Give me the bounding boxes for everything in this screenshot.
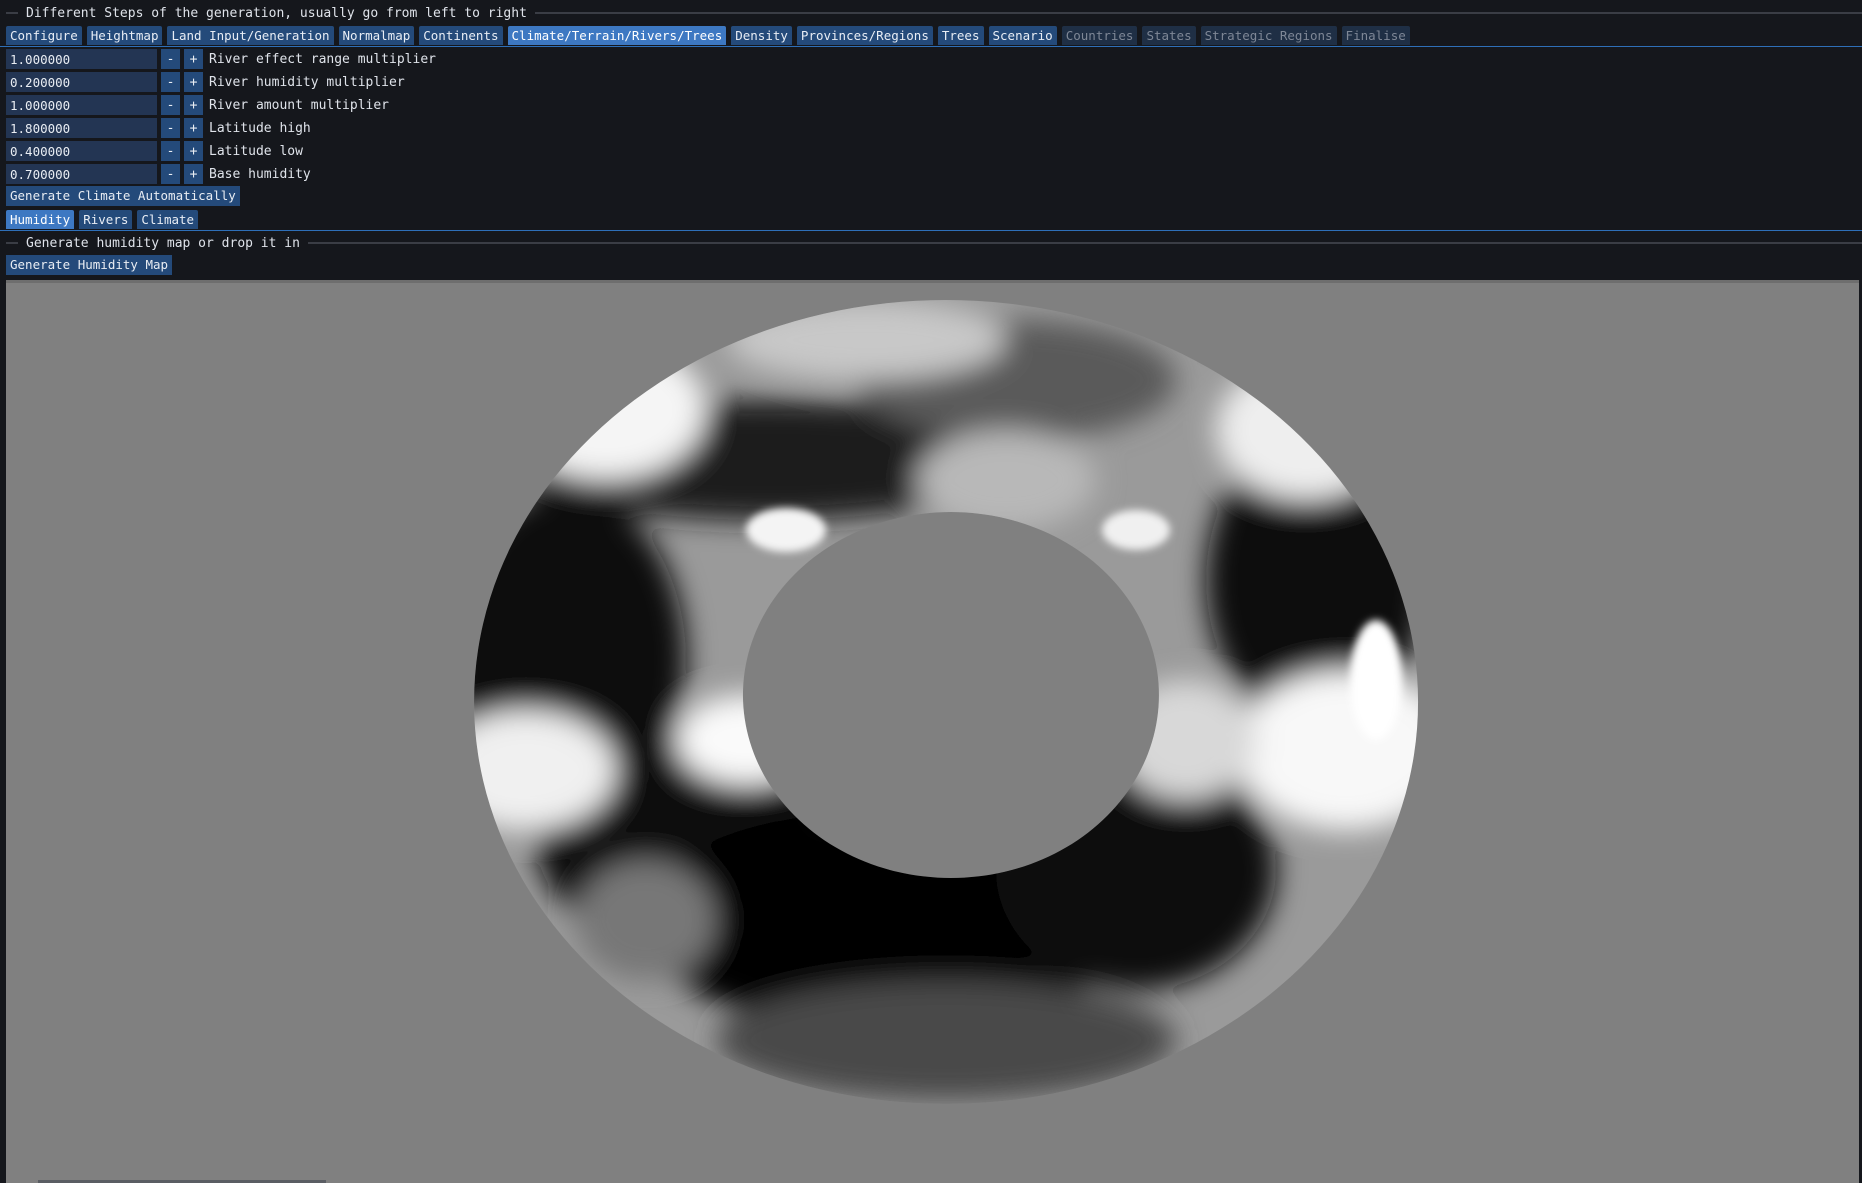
parameter-label: River effect range multiplier: [209, 51, 436, 67]
steps-header: Different Steps of the generation, usual…: [6, 5, 1862, 21]
parameter-value-input[interactable]: [6, 49, 157, 69]
generate-humidity-button[interactable]: Generate Humidity Map: [6, 255, 173, 275]
separator-line: [307, 242, 1862, 244]
parameter-row: -+ Latitude low: [6, 141, 303, 161]
increment-button[interactable]: +: [184, 118, 203, 138]
tab-trees[interactable]: Trees: [937, 26, 984, 45]
increment-button[interactable]: +: [184, 141, 203, 161]
subtab-rivers[interactable]: Rivers: [79, 210, 133, 229]
tab-states: States: [1142, 26, 1196, 45]
tab-continents[interactable]: Continents: [419, 26, 503, 45]
panel-top-edge: [6, 280, 1859, 283]
decrement-button[interactable]: -: [161, 95, 180, 115]
humidity-section-header: Generate humidity map or drop it in: [6, 235, 1862, 251]
tab-climate-terrain-rivers-trees[interactable]: Climate/Terrain/Rivers/Trees: [507, 26, 727, 45]
tab-strategic-regions: Strategic Regions: [1200, 26, 1337, 45]
tab-normalmap[interactable]: Normalmap: [338, 26, 415, 45]
tab-countries: Countries: [1061, 26, 1138, 45]
parameter-row: -+ Base humidity: [6, 164, 311, 184]
increment-button[interactable]: +: [184, 72, 203, 92]
parameter-label: River amount multiplier: [209, 97, 390, 113]
parameter-value-input[interactable]: [6, 141, 157, 161]
decrement-button[interactable]: -: [161, 141, 180, 161]
tab-provinces-regions[interactable]: Provinces/Regions: [796, 26, 933, 45]
decrement-button[interactable]: -: [161, 49, 180, 69]
tab-bar-underline: [0, 46, 1862, 47]
tab-heightmap[interactable]: Heightmap: [86, 26, 163, 45]
climate-sub-tab-bar: Humidity Rivers Climate: [0, 210, 1862, 231]
humidity-map-torus: [474, 300, 1419, 1104]
parameter-label: Latitude low: [209, 143, 303, 159]
parameter-label: Base humidity: [209, 166, 311, 182]
parameter-row: -+ Latitude high: [6, 118, 311, 138]
subtab-climate[interactable]: Climate: [137, 210, 199, 229]
parameter-value-input[interactable]: [6, 95, 157, 115]
tab-density[interactable]: Density: [731, 26, 792, 45]
parameter-value-input[interactable]: [6, 164, 157, 184]
increment-button[interactable]: +: [184, 164, 203, 184]
parameter-row: -+ River effect range multiplier: [6, 49, 436, 69]
tab-bar-underline: [0, 230, 1862, 231]
decrement-button[interactable]: -: [161, 164, 180, 184]
steps-header-title: Different Steps of the generation, usual…: [26, 5, 527, 21]
parameter-row: -+ River humidity multiplier: [6, 72, 405, 92]
parameter-row: -+ River amount multiplier: [6, 95, 389, 115]
humidity-map-panel[interactable]: [6, 280, 1859, 1183]
decrement-button[interactable]: -: [161, 118, 180, 138]
tab-configure[interactable]: Configure: [6, 26, 82, 45]
step-tab-bar: Configure Heightmap Land Input/Generation N…: [0, 26, 1862, 47]
parameter-value-input[interactable]: [6, 72, 157, 92]
generate-climate-button[interactable]: Generate Climate Automatically: [6, 186, 240, 206]
subtab-humidity[interactable]: Humidity: [6, 210, 75, 229]
tab-land-input-generation[interactable]: Land Input/Generation: [167, 26, 334, 45]
tab-finalise: Finalise: [1341, 26, 1410, 45]
parameter-label: River humidity multiplier: [209, 74, 405, 90]
increment-button[interactable]: +: [184, 49, 203, 69]
parameter-value-input[interactable]: [6, 118, 157, 138]
decrement-button[interactable]: -: [161, 72, 180, 92]
increment-button[interactable]: +: [184, 95, 203, 115]
tab-scenario[interactable]: Scenario: [988, 26, 1057, 45]
separator-line: [6, 242, 18, 244]
parameter-label: Latitude high: [209, 120, 311, 136]
separator-line: [534, 12, 1862, 14]
separator-line: [6, 12, 18, 14]
humidity-section-title: Generate humidity map or drop it in: [26, 235, 300, 251]
